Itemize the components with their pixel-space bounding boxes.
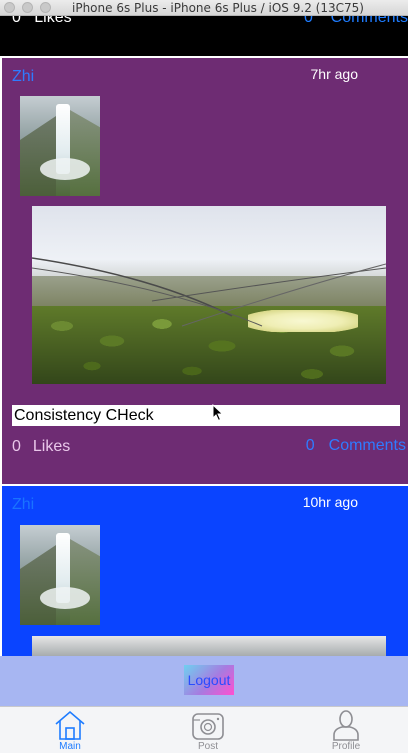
tab-profile[interactable]: Profile	[306, 709, 386, 753]
previous-comments[interactable]: 0 Comments	[304, 16, 408, 27]
comments-count: 0	[303, 16, 313, 26]
previous-post-footer: 0 Likes 0 Comments	[0, 16, 408, 56]
likes-label: Likes	[34, 16, 72, 26]
user-avatar[interactable]	[20, 525, 100, 625]
comments-button[interactable]: 0 Comments	[306, 437, 406, 455]
likes-label: Likes	[32, 438, 71, 455]
user-avatar[interactable]	[20, 96, 100, 196]
window-title: iPhone 6s Plus - iPhone 6s Plus / iOS 9.…	[72, 1, 364, 15]
window-minimize-button[interactable]	[22, 2, 33, 13]
comments-count: 0	[305, 437, 315, 454]
tab-post[interactable]: Post	[168, 709, 248, 753]
avatar-mist	[40, 158, 90, 180]
tab-label: Main	[59, 741, 81, 752]
likes-count: 0	[12, 438, 21, 455]
likes-count: 0	[12, 16, 21, 26]
avatar-cliff-right	[70, 539, 100, 625]
post-caption: Consistency CHeck	[12, 405, 400, 426]
previous-likes[interactable]: 0 Likes	[12, 16, 72, 27]
post-username[interactable]: Zhi	[12, 496, 34, 514]
tab-bar: Main Post Profile	[0, 706, 408, 753]
comments-label: Comments	[328, 437, 406, 454]
post-photo[interactable]	[32, 206, 386, 384]
photo-wires	[32, 257, 386, 327]
post-card: Zhi 7hr ago Consistency CHeck 0 Likes 0 Co…	[2, 58, 408, 484]
tab-main[interactable]: Main	[30, 709, 110, 753]
person-icon	[333, 710, 359, 741]
logout-button[interactable]: Logout	[184, 665, 234, 695]
simulator-title-bar: iPhone 6s Plus - iPhone 6s Plus / iOS 9.…	[0, 0, 408, 16]
mouse-pointer-icon	[212, 404, 224, 422]
likes-button[interactable]: 0 Likes	[12, 438, 70, 456]
avatar-cliff-right	[70, 110, 100, 196]
post-username[interactable]: Zhi	[12, 68, 34, 86]
logout-bar: Logout	[0, 656, 408, 706]
avatar-mist	[40, 587, 90, 609]
camera-icon	[192, 713, 224, 740]
post-timestamp: 7hr ago	[310, 66, 358, 82]
app-screen: 0 Likes 0 Comments Zhi 7hr ago Consisten…	[0, 16, 408, 753]
post-timestamp: 10hr ago	[302, 494, 358, 510]
window-close-button[interactable]	[4, 2, 15, 13]
tab-label: Post	[197, 741, 218, 752]
window-zoom-button[interactable]	[40, 2, 51, 13]
comments-label: Comments	[330, 16, 408, 26]
tab-label: Profile	[331, 741, 361, 752]
home-icon	[55, 710, 85, 740]
avatar-cliff-left	[20, 545, 56, 625]
avatar-cliff-left	[20, 116, 56, 196]
